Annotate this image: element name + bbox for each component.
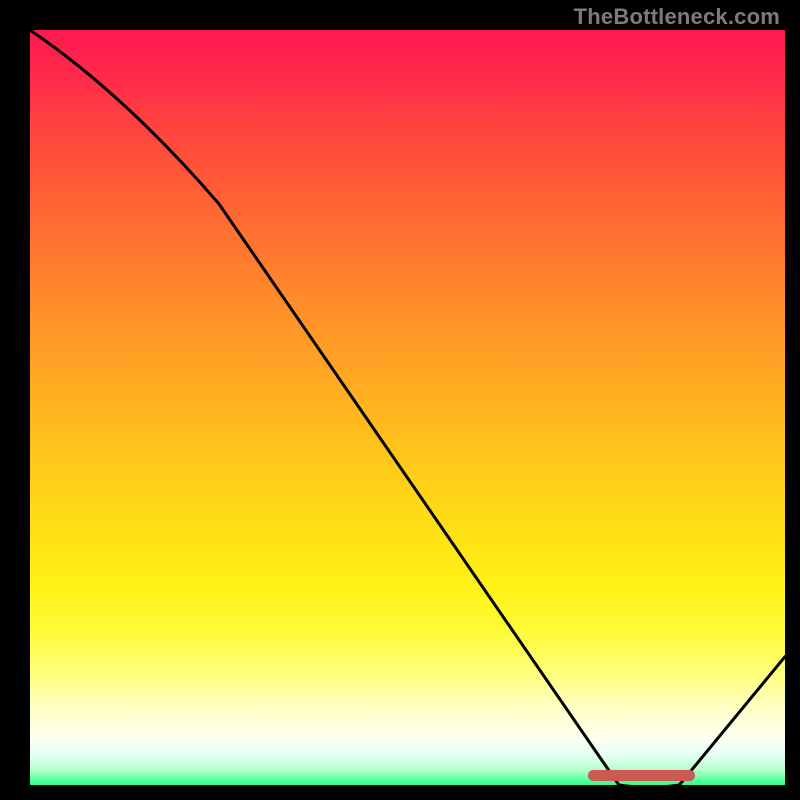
- plot-area: [30, 30, 785, 785]
- watermark-text: TheBottleneck.com: [574, 4, 780, 30]
- optimal-range-marker: [589, 771, 695, 780]
- line-chart-svg: [30, 30, 785, 785]
- chart-frame: TheBottleneck.com: [0, 0, 800, 800]
- bottleneck-curve: [30, 30, 785, 785]
